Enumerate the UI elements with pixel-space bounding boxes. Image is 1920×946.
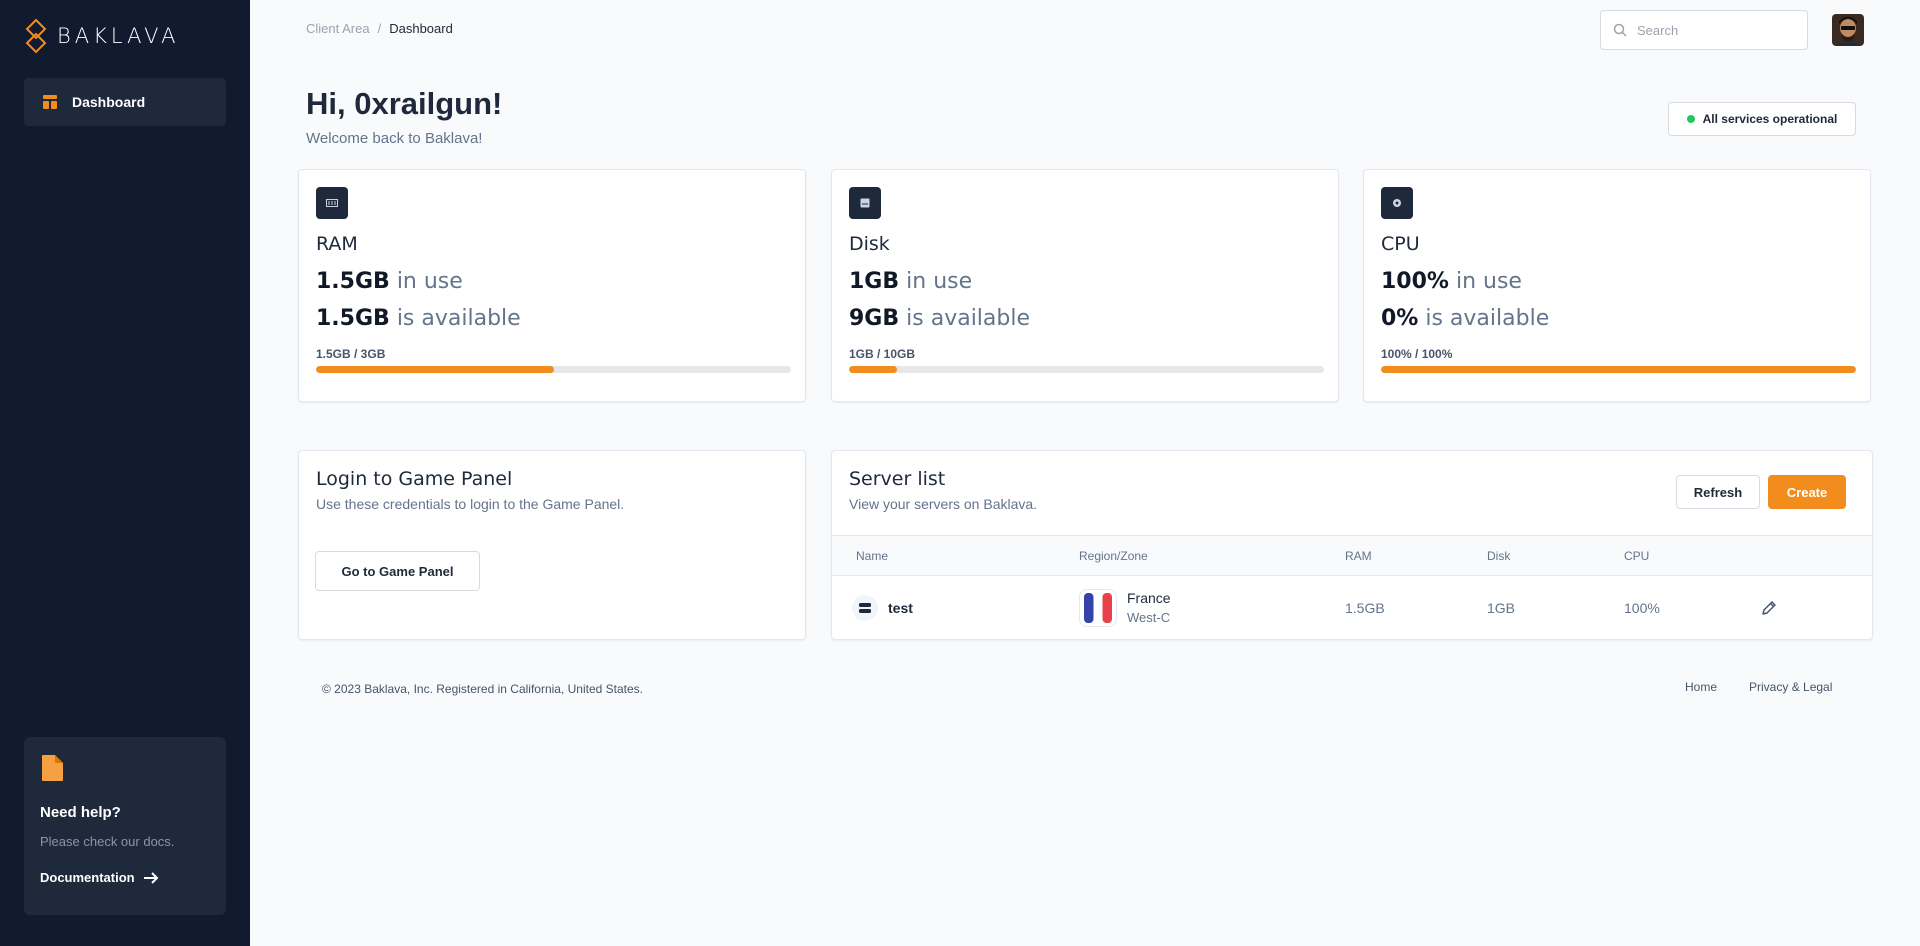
go-to-game-panel-button[interactable]: Go to Game Panel bbox=[315, 551, 480, 591]
stat-title: Disk bbox=[849, 233, 890, 255]
progress-fill bbox=[316, 366, 554, 373]
stat-title: RAM bbox=[316, 233, 358, 255]
footer-links: Home Privacy & Legal bbox=[1685, 680, 1832, 694]
column-header-cpu: CPU bbox=[1624, 549, 1650, 563]
status-dot-icon bbox=[1686, 115, 1695, 123]
column-header-ram: RAM bbox=[1345, 549, 1372, 563]
breadcrumb-current: Dashboard bbox=[389, 21, 453, 36]
server-zone: West-C bbox=[1127, 610, 1171, 625]
column-header-region: Region/Zone bbox=[1079, 549, 1148, 563]
stat-available: 1.5GB is available bbox=[316, 306, 788, 331]
documentation-link-label: Documentation bbox=[40, 870, 135, 885]
status-text: All services operational bbox=[1702, 112, 1838, 126]
stat-used-suffix: in use bbox=[1455, 269, 1522, 294]
server-region: France West-C bbox=[1127, 589, 1171, 627]
sidebar-item-dashboard[interactable]: Dashboard bbox=[24, 78, 226, 126]
stat-available-value: 1.5GB bbox=[316, 306, 390, 331]
disk-icon bbox=[849, 187, 881, 219]
table-header: Name Region/Zone RAM Disk CPU bbox=[832, 535, 1872, 576]
memory-icon bbox=[316, 187, 348, 219]
page-subtitle: Welcome back to Baklava! bbox=[306, 130, 483, 147]
server-list-card: Server list View your servers on Baklava… bbox=[831, 450, 1873, 640]
search-input[interactable] bbox=[1637, 22, 1787, 38]
sidebar: BAKLAVA Dashboard Need help? Please chec… bbox=[0, 0, 250, 946]
stat-available: 9GB is available bbox=[849, 306, 1321, 331]
stat-ratio: 1GB / 10GB bbox=[849, 347, 916, 361]
help-card: Need help? Please check our docs. Docume… bbox=[24, 737, 226, 915]
document-icon bbox=[42, 755, 63, 781]
search-icon bbox=[1613, 23, 1627, 37]
table-row[interactable]: test France West-C 1.5GB 1GB 100% bbox=[832, 577, 1872, 639]
server-icon bbox=[852, 595, 878, 621]
stat-used-value: 1.5GB bbox=[316, 269, 390, 294]
stat-ratio: 1.5GB / 3GB bbox=[316, 347, 386, 361]
stat-used-value: 1GB bbox=[849, 269, 900, 294]
server-cpu: 100% bbox=[1624, 600, 1660, 616]
documentation-link[interactable]: Documentation bbox=[40, 870, 210, 885]
progress-bar bbox=[849, 366, 1324, 373]
baklava-logo-icon bbox=[25, 18, 47, 54]
dashboard-icon bbox=[43, 95, 57, 109]
stat-used-suffix: in use bbox=[396, 269, 463, 294]
stat-ratio: 100% / 100% bbox=[1381, 347, 1453, 361]
edit-icon[interactable] bbox=[1760, 599, 1778, 617]
stat-available-suffix: is available bbox=[1425, 306, 1550, 331]
brand-logo[interactable]: BAKLAVA bbox=[25, 18, 179, 54]
stat-used-suffix: in use bbox=[906, 269, 973, 294]
arrow-right-icon bbox=[143, 871, 159, 884]
progress-fill bbox=[1381, 366, 1856, 373]
stat-available-value: 0% bbox=[1381, 306, 1419, 331]
france-flag-icon bbox=[1079, 589, 1117, 627]
brand-name: BAKLAVA bbox=[57, 24, 180, 48]
refresh-button[interactable]: Refresh bbox=[1676, 475, 1760, 509]
breadcrumb-separator: / bbox=[377, 21, 382, 36]
game-panel-subtitle: Use these credentials to login to the Ga… bbox=[316, 496, 625, 512]
server-disk: 1GB bbox=[1487, 600, 1516, 616]
server-list-subtitle: View your servers on Baklava. bbox=[849, 496, 1038, 512]
help-text: Please check our docs. bbox=[40, 834, 175, 849]
stat-in-use: 100% in use bbox=[1381, 269, 1853, 294]
progress-bar bbox=[1381, 366, 1856, 373]
stat-in-use: 1GB in use bbox=[849, 269, 1321, 294]
cpu-icon bbox=[1381, 187, 1413, 219]
page-title: Hi, 0xrailgun! bbox=[306, 86, 503, 121]
user-avatar-icon bbox=[1832, 14, 1864, 46]
sidebar-item-label: Dashboard bbox=[72, 94, 146, 110]
create-button[interactable]: Create bbox=[1768, 475, 1846, 509]
footer-copyright: © 2023 Baklava, Inc. Registered in Calif… bbox=[322, 682, 644, 696]
breadcrumb-client-area[interactable]: Client Area bbox=[306, 21, 370, 36]
search-box[interactable] bbox=[1600, 10, 1808, 50]
progress-bar bbox=[316, 366, 791, 373]
column-header-name: Name bbox=[856, 549, 889, 563]
stat-title: CPU bbox=[1381, 233, 1420, 255]
stat-card-disk: Disk 1GB in use 9GB is available 1GB / 1… bbox=[831, 169, 1339, 402]
stat-available-suffix: is available bbox=[396, 306, 521, 331]
column-header-disk: Disk bbox=[1487, 549, 1511, 563]
status-badge[interactable]: All services operational bbox=[1668, 102, 1856, 136]
progress-fill bbox=[849, 366, 897, 373]
breadcrumb: Client Area / Dashboard bbox=[306, 21, 453, 36]
help-title: Need help? bbox=[40, 804, 121, 821]
stat-available-value: 9GB bbox=[849, 306, 900, 331]
game-panel-card: Login to Game Panel Use these credential… bbox=[298, 450, 806, 640]
server-country: France bbox=[1127, 590, 1171, 606]
avatar[interactable] bbox=[1832, 14, 1864, 46]
server-ram: 1.5GB bbox=[1345, 600, 1385, 616]
stat-available-suffix: is available bbox=[906, 306, 1031, 331]
stat-available: 0% is available bbox=[1381, 306, 1853, 331]
stat-in-use: 1.5GB in use bbox=[316, 269, 788, 294]
server-name[interactable]: test bbox=[888, 600, 913, 616]
stat-card-ram: RAM 1.5GB in use 1.5GB is available 1.5G… bbox=[298, 169, 806, 402]
footer-link-privacy[interactable]: Privacy & Legal bbox=[1749, 680, 1832, 694]
footer-link-home[interactable]: Home bbox=[1685, 680, 1717, 694]
game-panel-title: Login to Game Panel bbox=[316, 468, 513, 490]
stat-used-value: 100% bbox=[1381, 269, 1449, 294]
server-list-title: Server list bbox=[849, 468, 946, 490]
stat-card-cpu: CPU 100% in use 0% is available 100% / 1… bbox=[1363, 169, 1871, 402]
